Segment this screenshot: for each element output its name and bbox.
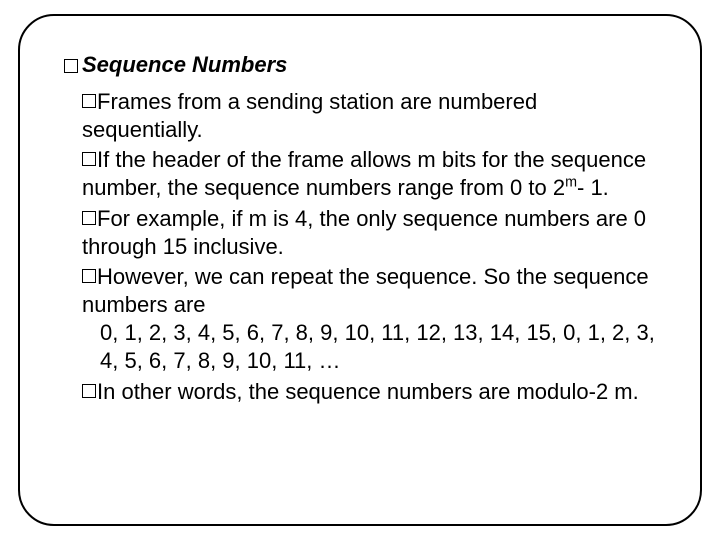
bullet-text: Frames from a sending station are number… (82, 89, 537, 142)
bullet-3: For example, if m is 4, the only sequenc… (82, 205, 656, 261)
bullet-text: In other words, the sequence numbers are… (97, 379, 639, 404)
bullet-text-a: If the header of the frame allows m bits… (82, 147, 646, 200)
checkbox-icon (82, 152, 96, 166)
checkbox-icon (82, 211, 96, 225)
slide-title: Sequence Numbers (82, 52, 287, 78)
slide-frame: Sequence Numbers Frames from a sending s… (18, 14, 702, 526)
bullet-text: However, we can repeat the sequence. So … (82, 264, 649, 317)
bullet-text: If the header of the frame allows m bits… (82, 147, 646, 200)
bullet-continuation: 0, 1, 2, 3, 4, 5, 6, 7, 8, 9, 10, 11, 12… (82, 319, 656, 375)
checkbox-icon (64, 59, 78, 73)
bullet-1: Frames from a sending station are number… (82, 88, 656, 144)
checkbox-icon (82, 269, 96, 283)
bullet-2: If the header of the frame allows m bits… (82, 146, 656, 202)
checkbox-icon (82, 384, 96, 398)
bullet-5: In other words, the sequence numbers are… (82, 378, 656, 406)
checkbox-icon (82, 94, 96, 108)
superscript-m: m (565, 175, 577, 191)
bullet-text: For example, if m is 4, the only sequenc… (82, 206, 646, 259)
bullet-text-b: - 1. (577, 175, 609, 200)
bullet-4: However, we can repeat the sequence. So … (82, 263, 656, 376)
slide-title-row: Sequence Numbers (64, 52, 656, 78)
slide-body: Frames from a sending station are number… (64, 88, 656, 406)
